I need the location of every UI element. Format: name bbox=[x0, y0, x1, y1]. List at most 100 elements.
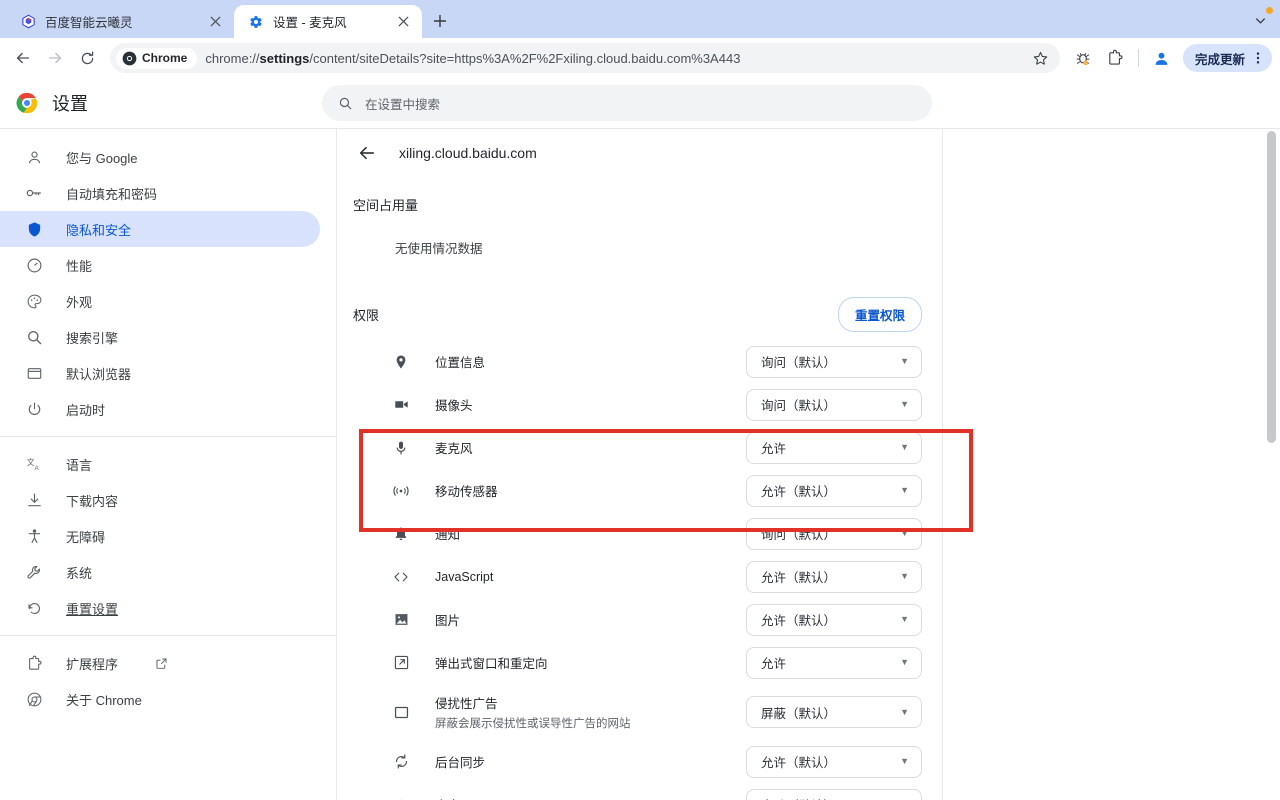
settings-sidebar: 您与 Google 自动填充和密码 隐私和安全 性能 外观 搜索引擎 默认浏览器… bbox=[0, 128, 337, 800]
chrome-icon bbox=[16, 92, 38, 114]
sidebar-item-label: 默认浏览器 bbox=[66, 366, 132, 382]
permission-select-sound[interactable]: 自动（默认） ▼ bbox=[746, 788, 922, 800]
permission-select-javascript[interactable]: 允许（默认） ▼ bbox=[746, 560, 922, 593]
browser-window-icon bbox=[24, 363, 44, 383]
permission-label-wrap: 弹出式窗口和重定向 bbox=[435, 653, 746, 673]
site-details-card: xiling.cloud.baidu.com 空间占用量 无使用情况数据 权限 … bbox=[337, 129, 943, 800]
close-icon[interactable] bbox=[394, 13, 412, 31]
browser-window: 百度智能云曦灵 设置 - 麦克风 Chrome chrome://setting… bbox=[0, 0, 1280, 800]
sidebar-item-search-engine[interactable]: 搜索引擎 bbox=[0, 319, 320, 355]
toolbar-divider bbox=[1137, 49, 1139, 67]
permission-label: 弹出式窗口和重定向 bbox=[435, 656, 548, 671]
browser-tab-0[interactable]: 百度智能云曦灵 bbox=[6, 5, 234, 38]
sidebar-item-label: 扩展程序 bbox=[66, 656, 119, 672]
chevron-down-icon: ▼ bbox=[900, 706, 909, 717]
bookmark-star-icon[interactable] bbox=[1028, 45, 1054, 71]
site-name: xiling.cloud.baidu.com bbox=[399, 145, 537, 161]
permission-label: 侵扰性广告 bbox=[435, 697, 498, 711]
new-tab-button[interactable] bbox=[426, 7, 454, 35]
vertical-scrollbar[interactable] bbox=[1267, 129, 1276, 800]
permission-label-wrap: 摄像头 bbox=[435, 395, 746, 415]
permission-label-wrap: 通知 bbox=[435, 524, 746, 544]
extensions-puzzle-icon[interactable] bbox=[1100, 43, 1130, 73]
sidebar-item-autofill-passwords[interactable]: 自动填充和密码 bbox=[0, 175, 320, 211]
three-dot-menu-icon[interactable] bbox=[1248, 48, 1268, 68]
sidebar-item-accessibility[interactable]: 无障碍 bbox=[0, 518, 320, 554]
permission-row-notifications: 通知 询问（默认） ▼ bbox=[337, 512, 942, 555]
sidebar-item-label: 搜索引擎 bbox=[66, 330, 119, 346]
ads-window-icon bbox=[391, 702, 411, 722]
sidebar-item-label: 隐私和安全 bbox=[66, 222, 132, 238]
svg-text:A: A bbox=[34, 465, 39, 472]
permission-select-notifications[interactable]: 询问（默认） ▼ bbox=[746, 517, 922, 550]
image-icon bbox=[391, 610, 411, 630]
search-icon bbox=[24, 327, 44, 347]
permission-label: 图片 bbox=[435, 613, 461, 628]
permission-select-intrusive-ads[interactable]: 屏蔽（默认） ▼ bbox=[746, 696, 922, 728]
key-icon bbox=[24, 183, 44, 203]
sidebar-item-reset-settings[interactable]: 重置设置 bbox=[0, 590, 320, 626]
reload-icon[interactable] bbox=[72, 43, 102, 73]
permission-label: 摄像头 bbox=[435, 398, 473, 413]
sidebar-item-default-browser[interactable]: 默认浏览器 bbox=[0, 355, 320, 391]
sidebar-item-you-and-google[interactable]: 您与 Google bbox=[0, 139, 320, 175]
bug-icon[interactable]: C bbox=[1068, 43, 1098, 73]
permission-label-wrap: 图片 bbox=[435, 610, 746, 630]
permission-select-popups-redirects[interactable]: 允许 ▼ bbox=[746, 646, 922, 679]
permission-select-images[interactable]: 允许（默认） ▼ bbox=[746, 603, 922, 636]
search-placeholder: 在设置中搜索 bbox=[365, 97, 441, 112]
speedometer-icon bbox=[24, 255, 44, 275]
permission-value: 询问（默认） bbox=[761, 356, 837, 370]
permission-row-microphone: 麦克风 允许 ▼ bbox=[337, 426, 942, 469]
permission-select-motion-sensors[interactable]: 允许（默认） ▼ bbox=[746, 474, 922, 507]
sidebar-item-about-chrome[interactable]: 关于 Chrome bbox=[0, 681, 320, 717]
sidebar-item-downloads[interactable]: 下载内容 bbox=[0, 482, 320, 518]
permission-row-motion-sensors: 移动传感器 允许（默认） ▼ bbox=[337, 469, 942, 512]
sidebar-item-label: 无障碍 bbox=[66, 529, 106, 545]
permission-value: 自动（默认） bbox=[761, 795, 836, 800]
chevron-down-icon: ▼ bbox=[900, 528, 909, 538]
sidebar-item-extensions[interactable]: 扩展程序 bbox=[0, 645, 320, 681]
settings-header: 设置 在设置中搜索 bbox=[0, 78, 1280, 128]
permission-label: 后台同步 bbox=[435, 755, 486, 770]
reset-permissions-button[interactable]: 重置权限 bbox=[837, 297, 922, 332]
tab-search-chevron-down-icon[interactable] bbox=[1246, 6, 1274, 34]
settings-body: 您与 Google 自动填充和密码 隐私和安全 性能 外观 搜索引擎 默认浏览器… bbox=[0, 128, 1280, 800]
sidebar-item-languages[interactable]: 文A 语言 bbox=[0, 446, 320, 482]
profile-avatar-icon[interactable] bbox=[1147, 43, 1177, 73]
download-icon bbox=[24, 490, 44, 510]
chevron-down-icon: ▼ bbox=[900, 614, 909, 624]
back-icon[interactable] bbox=[8, 43, 38, 73]
permission-label: 移动传感器 bbox=[435, 484, 498, 499]
url-text[interactable]: chrome://settings/content/siteDetails?si… bbox=[205, 51, 1028, 66]
finish-update-button[interactable]: 完成更新 bbox=[1182, 44, 1272, 72]
address-bar[interactable]: Chrome chrome://settings/content/siteDet… bbox=[110, 43, 1060, 73]
permission-label-wrap: JavaScript bbox=[435, 568, 746, 586]
browser-tab-1[interactable]: 设置 - 麦克风 bbox=[234, 5, 422, 38]
sidebar-item-on-startup[interactable]: 启动时 bbox=[0, 391, 320, 427]
sidebar-item-system[interactable]: 系统 bbox=[0, 554, 320, 590]
sidebar-item-label: 关于 Chrome bbox=[66, 692, 142, 708]
settings-content: xiling.cloud.baidu.com 空间占用量 无使用情况数据 权限 … bbox=[337, 128, 1280, 800]
forward-icon[interactable] bbox=[40, 43, 70, 73]
permission-select-camera[interactable]: 询问（默认） ▼ bbox=[746, 388, 922, 421]
permission-label: 通知 bbox=[435, 527, 461, 542]
sidebar-item-performance[interactable]: 性能 bbox=[0, 247, 320, 283]
permission-select-background-sync[interactable]: 允许（默认） ▼ bbox=[746, 745, 922, 778]
chrome-icon bbox=[24, 689, 44, 709]
wrench-icon bbox=[24, 562, 44, 582]
chevron-down-icon: ▼ bbox=[900, 485, 909, 495]
sidebar-item-appearance[interactable]: 外观 bbox=[0, 283, 320, 319]
close-icon[interactable] bbox=[206, 13, 224, 31]
chrome-scheme-chip: Chrome bbox=[116, 47, 198, 69]
permission-select-location[interactable]: 询问（默认） ▼ bbox=[746, 345, 922, 378]
sidebar-item-privacy-security[interactable]: 隐私和安全 bbox=[0, 211, 320, 247]
search-input[interactable]: 在设置中搜索 bbox=[322, 85, 932, 121]
scrollbar-thumb[interactable] bbox=[1267, 131, 1276, 443]
sound-icon bbox=[391, 795, 411, 800]
back-arrow-icon[interactable] bbox=[357, 143, 377, 163]
permission-value: 允许 bbox=[761, 657, 787, 671]
sidebar-item-label: 您与 Google bbox=[66, 150, 138, 166]
sidebar-item-label: 重置设置 bbox=[66, 601, 119, 617]
permission-select-microphone[interactable]: 允许 ▼ bbox=[746, 431, 922, 464]
